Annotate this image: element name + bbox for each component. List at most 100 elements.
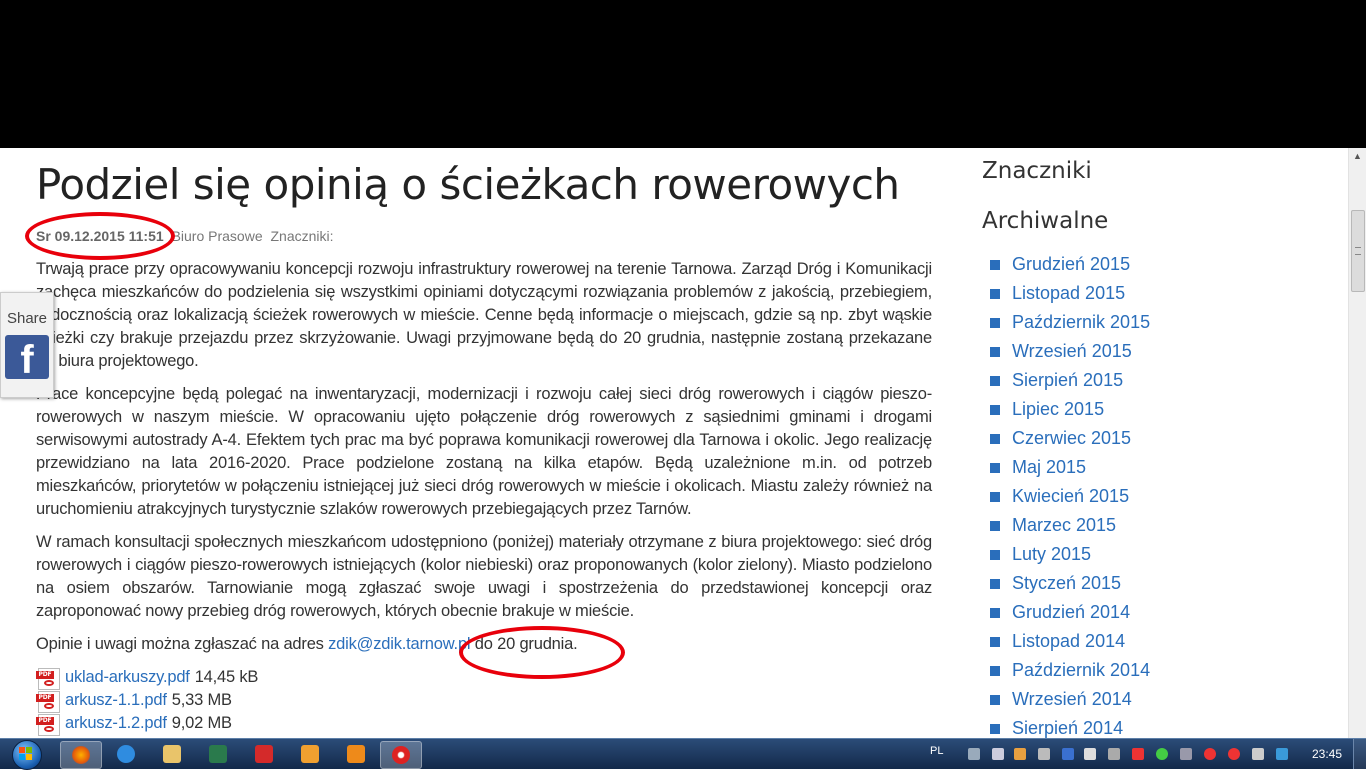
pdf-icon: PDF — [36, 667, 62, 690]
attachments-list: PDF uklad-arkuszy.pdf 14,45 kB PDF arkus… — [36, 666, 932, 736]
tray-volume-icon[interactable] — [1084, 748, 1096, 760]
web-page-viewport: Podziel się opinią o ścieżkach rowerowyc… — [0, 148, 1366, 738]
share-widget: Share f — [0, 292, 54, 398]
language-indicator[interactable]: PL — [930, 745, 943, 757]
taskbar-ie-icon[interactable] — [106, 741, 146, 767]
taskbar-media-center-icon[interactable] — [198, 741, 238, 767]
attachment-item: PDF arkusz-1.2.pdf 9,02 MB — [36, 712, 932, 736]
archive-link[interactable]: Październik 2015 — [1012, 312, 1150, 333]
archive-item: Sierpień 2015 — [990, 366, 1150, 395]
archive-item: Marzec 2015 — [990, 511, 1150, 540]
attachment-item: PDF uklad-arkuszy.pdf 14,45 kB — [36, 666, 932, 690]
tray-bluetooth-icon[interactable] — [1062, 748, 1074, 760]
article-paragraph: Prace koncepcyjne będą polegać na inwent… — [36, 385, 932, 518]
bullet-icon — [990, 288, 1000, 299]
sidebar-tags-heading: Znaczniki — [982, 158, 1092, 184]
windows-taskbar: PL 23:45 — [0, 738, 1366, 770]
taskbar-media-player-icon[interactable] — [336, 741, 376, 767]
bullet-icon — [990, 549, 1000, 560]
archive-link[interactable]: Listopad 2014 — [1012, 631, 1125, 652]
taskbar-firefox-icon[interactable] — [60, 741, 102, 769]
taskbar-outlook-icon[interactable] — [290, 741, 330, 767]
tray-monitor-icon[interactable] — [1180, 748, 1192, 760]
taskbar-app-icon[interactable] — [380, 741, 422, 769]
archive-item: Październik 2014 — [990, 656, 1150, 685]
tray-security-icon[interactable] — [1132, 748, 1144, 760]
article-tags-label: Znaczniki: — [270, 228, 334, 244]
scroll-up-arrow-icon[interactable]: ▲ — [1349, 148, 1366, 165]
bullet-icon — [990, 636, 1000, 647]
sidebar-archive-heading: Archiwalne — [982, 208, 1109, 234]
tray-signal-icon[interactable] — [1252, 748, 1264, 760]
share-label: Share — [6, 310, 48, 327]
archive-link[interactable]: Czerwiec 2015 — [1012, 428, 1131, 449]
archive-item: Styczeń 2015 — [990, 569, 1150, 598]
archive-list: Grudzień 2015 Listopad 2015 Październik 20… — [990, 250, 1150, 738]
contact-email-link[interactable]: zdik@zdik.tarnow.pl — [328, 635, 470, 653]
article-meta: Sr 09.12.2015 11:51 Biuro Prasowe Znaczn… — [36, 228, 338, 244]
tray-help-icon[interactable] — [1276, 748, 1288, 760]
bullet-icon — [990, 346, 1000, 357]
archive-link[interactable]: Marzec 2015 — [1012, 515, 1116, 536]
attachment-link[interactable]: arkusz-1.1.pdf — [65, 689, 167, 712]
tray-network-icon[interactable] — [968, 748, 980, 760]
archive-link[interactable]: Październik 2014 — [1012, 660, 1150, 681]
scrollbar-thumb[interactable] — [1351, 210, 1365, 292]
archive-link[interactable]: Kwiecień 2015 — [1012, 486, 1129, 507]
article-author[interactable]: Biuro Prasowe — [172, 228, 263, 244]
tray-red-icon[interactable] — [1204, 748, 1216, 760]
tray-flag-icon[interactable] — [1014, 748, 1026, 760]
tray-green-icon[interactable] — [1156, 748, 1168, 760]
start-button[interactable] — [4, 739, 48, 770]
archive-item: Listopad 2014 — [990, 627, 1150, 656]
bullet-icon — [990, 404, 1000, 415]
attachment-link[interactable]: uklad-arkuszy.pdf — [65, 666, 190, 689]
bullet-icon — [990, 723, 1000, 734]
bullet-icon — [990, 433, 1000, 444]
taskbar-clock[interactable]: 23:45 — [1312, 747, 1342, 761]
show-desktop-button[interactable] — [1353, 739, 1366, 769]
article-date: Sr 09.12.2015 11:51 — [36, 228, 164, 244]
vertical-scrollbar[interactable]: ▲ — [1348, 148, 1366, 738]
archive-item: Lipiec 2015 — [990, 395, 1150, 424]
attachment-link[interactable]: arkusz-1.2.pdf — [65, 712, 167, 735]
archive-link[interactable]: Maj 2015 — [1012, 457, 1086, 478]
tray-windows-icon[interactable] — [992, 748, 1004, 760]
archive-link[interactable]: Grudzień 2014 — [1012, 602, 1130, 623]
archive-item: Luty 2015 — [990, 540, 1150, 569]
archive-item: Sierpień 2014 — [990, 714, 1150, 738]
facebook-share-icon[interactable]: f — [5, 335, 49, 379]
article-body: Trwają prace przy opracowywaniu koncepcj… — [36, 258, 932, 736]
archive-link[interactable]: Grudzień 2015 — [1012, 254, 1130, 275]
attachment-size: 14,45 kB — [194, 668, 259, 686]
pdf-icon: PDF — [36, 690, 62, 713]
archive-link[interactable]: Styczeń 2015 — [1012, 573, 1121, 594]
taskbar-paint-icon[interactable] — [244, 741, 284, 767]
article-paragraph: Trwają prace przy opracowywaniu koncepcj… — [36, 260, 932, 370]
archive-link[interactable]: Wrzesień 2014 — [1012, 689, 1132, 710]
archive-item: Listopad 2015 — [990, 279, 1150, 308]
archive-link[interactable]: Sierpień 2015 — [1012, 370, 1123, 391]
archive-item: Maj 2015 — [990, 453, 1150, 482]
bullet-icon — [990, 462, 1000, 473]
bullet-icon — [990, 578, 1000, 589]
bullet-icon — [990, 317, 1000, 328]
archive-link[interactable]: Lipiec 2015 — [1012, 399, 1104, 420]
tray-speaker-icon[interactable] — [1038, 748, 1050, 760]
archive-link[interactable]: Sierpień 2014 — [1012, 718, 1123, 738]
archive-item: Grudzień 2014 — [990, 598, 1150, 627]
contact-prefix: Opinie i uwagi można zgłaszać na adres — [36, 635, 324, 653]
tray-action-icon[interactable] — [1108, 748, 1120, 760]
bullet-icon — [990, 491, 1000, 502]
archive-item: Październik 2015 — [990, 308, 1150, 337]
archive-item: Wrzesień 2015 — [990, 337, 1150, 366]
windows-logo-icon — [19, 747, 33, 761]
bullet-icon — [990, 520, 1000, 531]
black-top-area — [0, 0, 1366, 148]
attachment-size: 5,33 MB — [171, 691, 232, 709]
tray-red-icon-2[interactable] — [1228, 748, 1240, 760]
archive-link[interactable]: Wrzesień 2015 — [1012, 341, 1132, 362]
taskbar-explorer-icon[interactable] — [152, 741, 192, 767]
archive-link[interactable]: Luty 2015 — [1012, 544, 1091, 565]
archive-link[interactable]: Listopad 2015 — [1012, 283, 1125, 304]
